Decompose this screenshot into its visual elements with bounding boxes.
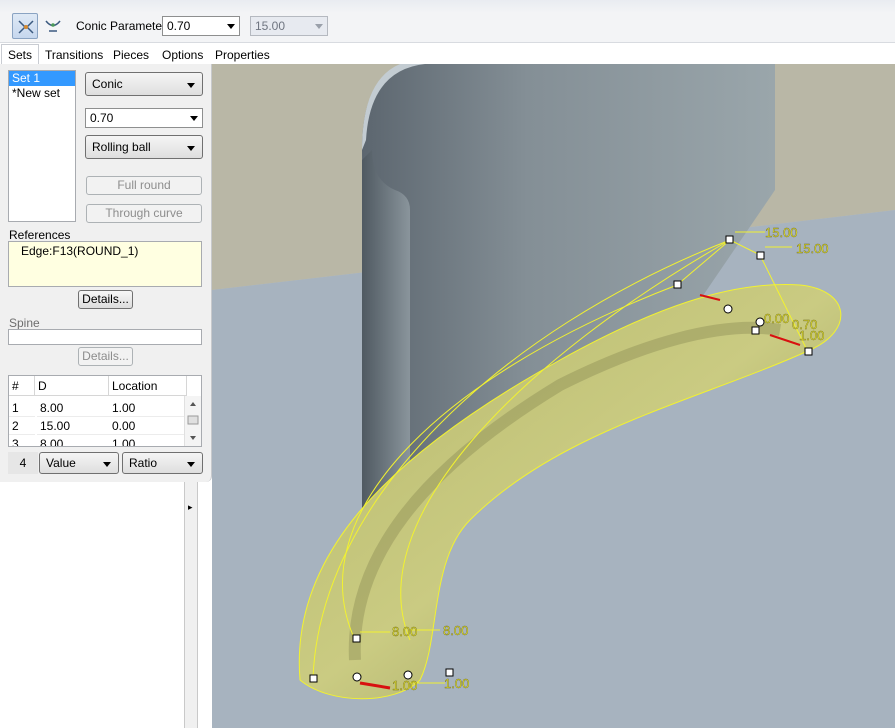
column-header-d: D (35, 376, 109, 396)
through-curve-button: Through curve (86, 204, 202, 223)
chevron-down-icon (187, 462, 195, 467)
conic-param-combo[interactable]: 0.70 (85, 108, 203, 128)
spine-collector[interactable] (8, 329, 202, 345)
chevron-down-icon (103, 462, 111, 467)
column-header-number: # (9, 376, 35, 396)
location-mode-dropdown[interactable]: Ratio (122, 452, 203, 474)
disabled-value: 15.00 (255, 19, 286, 33)
tab-strip: Sets Transitions Pieces Options (0, 42, 212, 65)
drag-handle[interactable] (445, 668, 454, 677)
graphics-viewport[interactable]: 15.00 15.00 0.00 0.70 1.00 8.00 8.00 1.0… (212, 64, 895, 728)
table-scrollbar[interactable] (184, 396, 201, 446)
tab-transitions[interactable]: Transitions (45, 46, 103, 64)
tab-options[interactable]: Options (162, 46, 203, 64)
chevron-right-icon[interactable]: ▸ (188, 502, 193, 513)
drag-handle[interactable] (309, 674, 318, 683)
panel-collapse-sash[interactable]: ▸ (184, 482, 198, 728)
radius-label[interactable]: 15.00 (796, 241, 829, 256)
value-mode-value: Value (46, 456, 76, 470)
chevron-down-icon (187, 83, 195, 88)
tab-properties[interactable]: Properties (215, 46, 270, 64)
drag-handle[interactable] (725, 235, 734, 244)
references-details-button[interactable]: Details... (78, 290, 133, 309)
radius-label[interactable]: 8.00 (392, 624, 418, 639)
shape-type-dropdown[interactable]: Conic (85, 72, 203, 96)
radius-label[interactable]: 8.00 (443, 623, 469, 638)
creation-method-dropdown[interactable]: Rolling ball (85, 135, 203, 159)
table-cell: 1 (9, 399, 35, 417)
dashboard-toolbar: Conic Parameter 0.70 15.00 (0, 0, 895, 43)
drag-handle[interactable] (751, 326, 760, 335)
chevron-down-icon (190, 116, 198, 121)
table-cell[interactable]: 0.00 (109, 417, 187, 435)
set-item-1[interactable]: Set 1 (9, 71, 75, 86)
location-handle[interactable] (755, 317, 765, 327)
location-handle[interactable] (723, 304, 733, 314)
creation-method-value: Rolling ball (92, 140, 151, 154)
radius-label[interactable]: 15.00 (765, 225, 798, 240)
radius-table[interactable]: # D Location 1 8.00 1.00 2 15.00 0.00 3 … (8, 375, 202, 447)
table-cell[interactable]: 1.00 (109, 399, 187, 417)
table-cell[interactable]: 15.00 (37, 417, 109, 435)
radius-label[interactable]: 0.00 (764, 311, 790, 326)
column-header-location: Location (109, 376, 187, 396)
location-label[interactable]: 1.00 (392, 678, 418, 693)
conic-parameter-label: Conic Parameter (76, 19, 167, 33)
round-transition-icon[interactable] (40, 13, 66, 39)
shape-type-value: Conic (92, 77, 123, 91)
set-item-new[interactable]: *New set (9, 86, 75, 101)
set-list[interactable]: Set 1 *New set (8, 70, 76, 222)
conic-parameter-value: 0.70 (167, 19, 191, 33)
spine-label: Spine (9, 316, 40, 330)
tab-pieces[interactable]: Pieces (113, 46, 149, 64)
chevron-down-icon (315, 24, 323, 29)
drag-handle[interactable] (673, 280, 682, 289)
references-collector[interactable]: Edge:F13(ROUND_1) (8, 241, 202, 287)
drag-handle[interactable] (352, 634, 361, 643)
chevron-down-icon (227, 24, 235, 29)
drag-handle[interactable] (804, 347, 813, 356)
location-handle[interactable] (352, 672, 362, 682)
references-label: References (9, 228, 71, 242)
location-label[interactable]: 1.00 (444, 676, 470, 691)
radius-label[interactable]: 1.00 (799, 328, 825, 343)
location-mode-value: Ratio (129, 456, 158, 470)
spine-details-button: Details... (78, 347, 133, 366)
table-cell[interactable]: 8.00 (37, 399, 109, 417)
model-tree-area (0, 482, 184, 728)
table-cell[interactable]: 1.00 (109, 435, 187, 446)
toolbar-top-band (0, 0, 895, 13)
disabled-value-combo: 15.00 (250, 16, 328, 36)
table-cell: 2 (9, 417, 35, 435)
row-count: 4 (8, 452, 38, 474)
value-mode-dropdown[interactable]: Value (39, 452, 119, 474)
drag-handle[interactable] (756, 251, 765, 260)
round-set-icon[interactable] (12, 13, 38, 39)
sets-panel: Set 1 *New set Conic 0.70 Rolling ball F… (0, 64, 212, 482)
conic-param-value: 0.70 (90, 111, 114, 125)
chevron-down-icon (187, 146, 195, 151)
full-round-button: Full round (86, 176, 202, 195)
conic-parameter-combo[interactable]: 0.70 (162, 16, 240, 36)
tab-sets[interactable]: Sets (1, 44, 40, 65)
table-cell[interactable]: 8.00 (37, 435, 109, 446)
table-cell: 3 (9, 435, 35, 446)
reference-item[interactable]: Edge:F13(ROUND_1) (21, 244, 138, 258)
